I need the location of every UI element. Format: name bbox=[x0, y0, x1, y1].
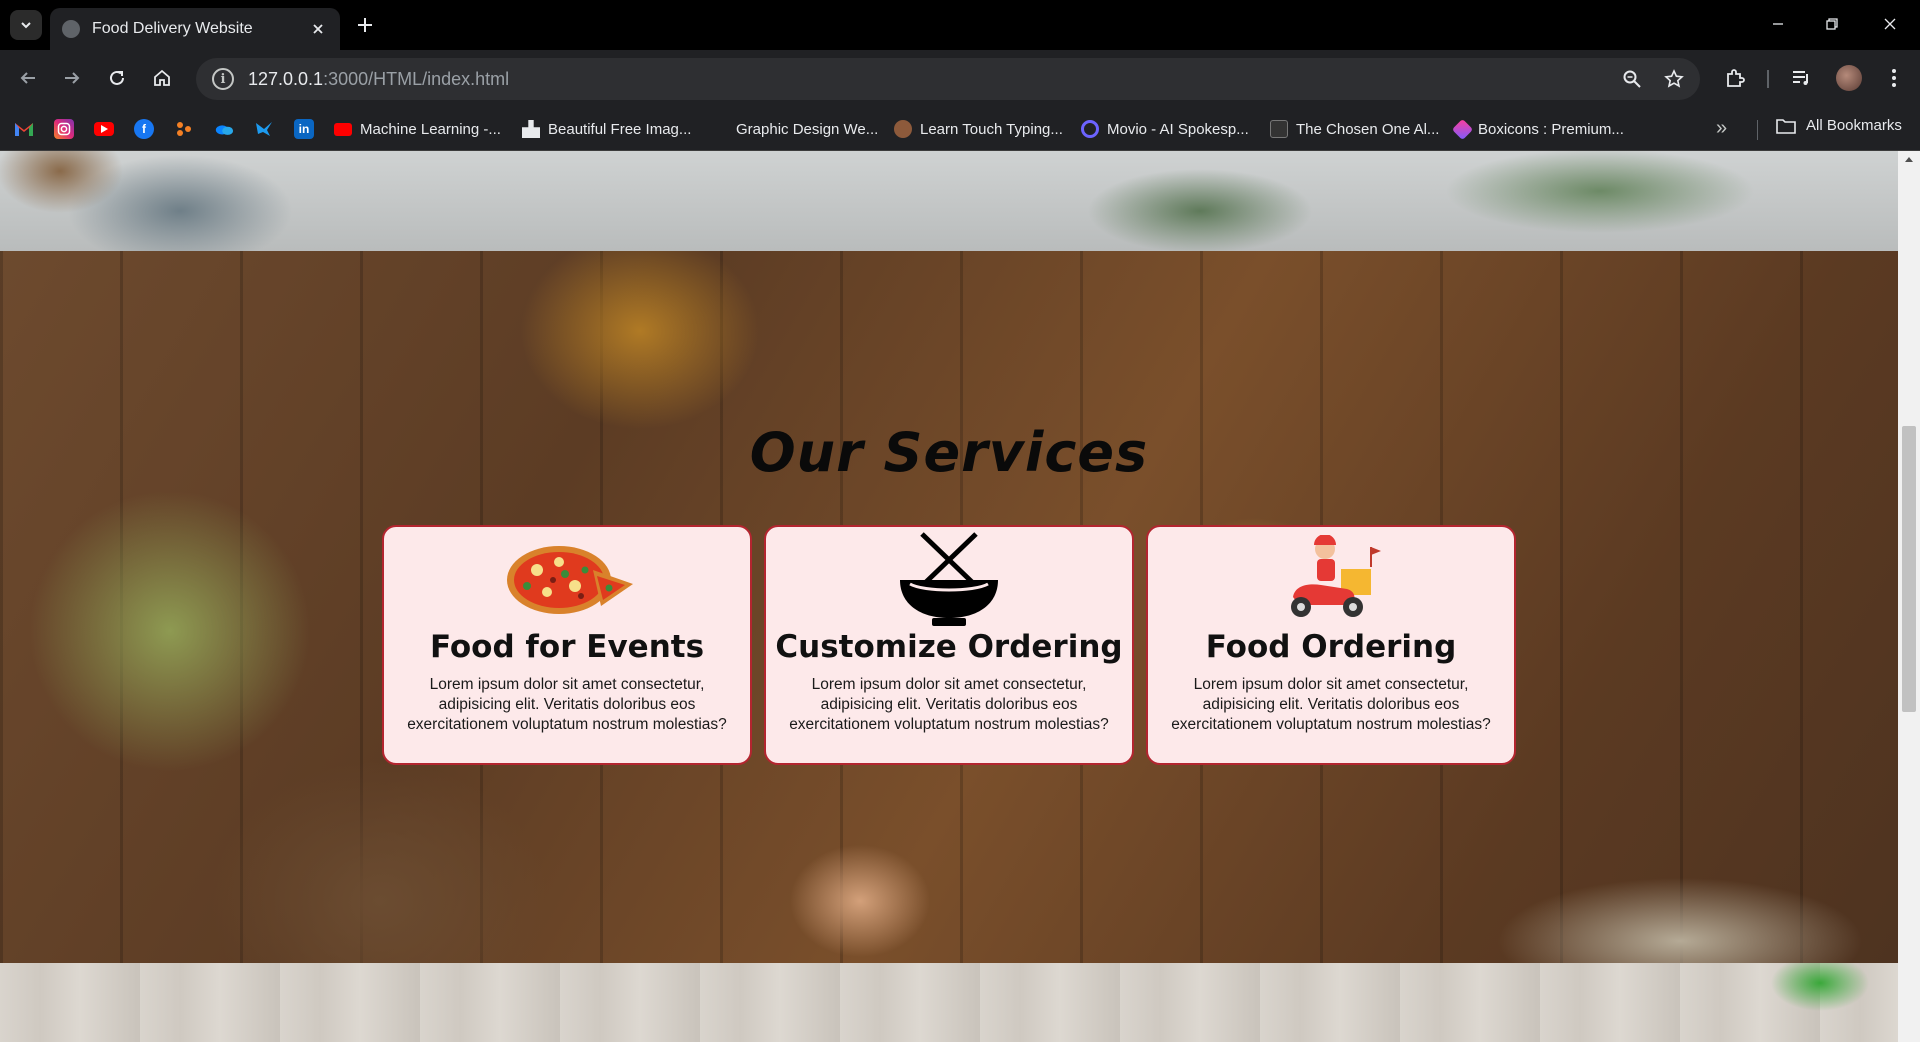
browser-toolbar: i 127.0.0.1:3000/HTML/index.html bbox=[0, 50, 1920, 107]
bookmark-label: Learn Touch Typing... bbox=[920, 120, 1063, 138]
bookmark-boxicons[interactable]: Boxicons : Premium... bbox=[1451, 117, 1624, 141]
bookmark-label: The Chosen One Al... bbox=[1296, 120, 1440, 138]
tab-search-button[interactable] bbox=[10, 10, 42, 40]
restore-button[interactable] bbox=[1812, 8, 1852, 40]
bookmark-chosen-one[interactable]: The Chosen One Al... bbox=[1270, 117, 1439, 141]
globe-icon bbox=[62, 20, 80, 38]
plus-icon bbox=[358, 18, 372, 32]
youtube-icon[interactable] bbox=[94, 122, 114, 136]
bookmark-label: Movio - AI Spokesp... bbox=[1107, 120, 1249, 138]
service-card: Food for Events Lorem ipsum dolor sit am… bbox=[382, 525, 752, 765]
facebook-icon[interactable]: f bbox=[134, 119, 154, 139]
zoom-icon[interactable] bbox=[1622, 69, 1642, 89]
scroll-thumb[interactable] bbox=[1902, 426, 1916, 712]
arrow-right-icon bbox=[65, 72, 80, 84]
bookmark-label: Machine Learning -... bbox=[360, 120, 501, 138]
minimize-button[interactable] bbox=[1758, 8, 1798, 40]
profile-button[interactable] bbox=[1834, 62, 1864, 94]
pizza-icon bbox=[384, 539, 750, 621]
services-section: Our Services Food for Events Lorem ipsum… bbox=[0, 251, 1898, 963]
movio-icon bbox=[1081, 120, 1099, 138]
youtube-icon bbox=[334, 122, 352, 136]
bookmarks-overflow-button[interactable]: » bbox=[1716, 117, 1727, 140]
home-button[interactable] bbox=[146, 62, 178, 94]
linkedin-icon[interactable]: in bbox=[294, 119, 314, 139]
forward-button[interactable] bbox=[56, 62, 88, 94]
bookmarks-divider bbox=[1757, 120, 1758, 140]
bookmark-touch-typing[interactable]: Learn Touch Typing... bbox=[894, 117, 1063, 141]
card-title: Food Ordering bbox=[1205, 629, 1457, 665]
unsplash-icon bbox=[522, 120, 540, 138]
minimize-icon bbox=[1773, 23, 1783, 25]
card-text: Lorem ipsum dolor sit amet consectetur, … bbox=[1171, 676, 1491, 733]
bookmark-unsplash[interactable]: Beautiful Free Imag... bbox=[522, 117, 691, 141]
scroll-up-button[interactable] bbox=[1898, 155, 1920, 169]
puzzle-icon bbox=[1727, 69, 1745, 87]
back-button[interactable] bbox=[12, 62, 44, 94]
card-text: Lorem ipsum dolor sit amet consectetur, … bbox=[789, 676, 1109, 733]
hero-background-bottom bbox=[0, 151, 1898, 251]
chevron-down-icon bbox=[21, 22, 31, 29]
url-text: 127.0.0.1:3000/HTML/index.html bbox=[248, 68, 510, 89]
card-title: Food for Events bbox=[429, 629, 705, 665]
home-icon bbox=[154, 69, 170, 86]
card-text: Lorem ipsum dolor sit amet consectetur, … bbox=[407, 676, 727, 733]
bookmark-label: Graphic Design We... bbox=[736, 120, 879, 138]
service-card: Food Ordering Lorem ipsum dolor sit amet… bbox=[1146, 525, 1516, 765]
kebab-menu-icon bbox=[1892, 69, 1896, 87]
page-scrollbar[interactable] bbox=[1898, 151, 1920, 1042]
triangle-up-icon bbox=[1905, 157, 1913, 162]
services-cards: Food for Events Lorem ipsum dolor sit am… bbox=[382, 525, 1518, 769]
star-icon[interactable] bbox=[1664, 69, 1684, 89]
card-title: Customize Ordering bbox=[775, 629, 1123, 665]
bookmark-label: Boxicons : Premium... bbox=[1478, 120, 1624, 138]
menu-button[interactable] bbox=[1880, 62, 1908, 94]
onedrive-icon[interactable] bbox=[214, 119, 234, 139]
next-section-background bbox=[0, 963, 1898, 1042]
boxicons-icon bbox=[1451, 118, 1474, 140]
bookmark-machine-learning[interactable]: Machine Learning -... bbox=[334, 117, 501, 141]
bird-icon[interactable] bbox=[254, 119, 274, 139]
extensions-button[interactable] bbox=[1720, 62, 1750, 94]
gmail-icon[interactable] bbox=[14, 119, 34, 139]
playlist-icon bbox=[1793, 71, 1808, 85]
site-info-icon[interactable]: i bbox=[212, 68, 234, 90]
bookmarks-bar: f in Machine Learning -... Beautiful Fre… bbox=[0, 107, 1920, 151]
bookmark-movio[interactable]: Movio - AI Spokesp... bbox=[1081, 117, 1249, 141]
page-viewport: Our Services Food for Events Lorem ipsum… bbox=[0, 151, 1898, 1042]
fiverr-icon[interactable] bbox=[174, 119, 194, 139]
reload-button[interactable] bbox=[101, 62, 133, 94]
avatar bbox=[1836, 65, 1862, 91]
close-window-button[interactable] bbox=[1870, 8, 1910, 40]
bookmark-label: Beautiful Free Imag... bbox=[548, 120, 692, 138]
close-icon bbox=[1884, 18, 1896, 30]
reload-icon bbox=[110, 70, 124, 85]
service-card: Customize Ordering Lorem ipsum dolor sit… bbox=[764, 525, 1134, 765]
toolbar-divider bbox=[1767, 70, 1769, 88]
new-tab-button[interactable] bbox=[352, 12, 378, 38]
globe-icon bbox=[710, 120, 728, 138]
instagram-icon[interactable] bbox=[54, 119, 74, 139]
restore-icon bbox=[1826, 18, 1838, 30]
tab-close-button[interactable] bbox=[308, 19, 328, 39]
all-bookmarks-button[interactable]: All Bookmarks bbox=[1776, 117, 1902, 134]
services-title: Our Services bbox=[749, 421, 1149, 484]
bookmark-graphic-design[interactable]: Graphic Design We... bbox=[710, 117, 878, 141]
close-icon bbox=[313, 24, 323, 34]
tab-strip: Food Delivery Website bbox=[0, 0, 1920, 50]
address-bar[interactable]: i 127.0.0.1:3000/HTML/index.html bbox=[196, 58, 1700, 100]
active-tab[interactable]: Food Delivery Website bbox=[50, 8, 340, 50]
all-bookmarks-label: All Bookmarks bbox=[1806, 117, 1902, 134]
tab-title: Food Delivery Website bbox=[92, 20, 253, 37]
folder-icon bbox=[1776, 118, 1796, 134]
chosen-icon bbox=[1270, 120, 1288, 138]
media-controls-button[interactable] bbox=[1786, 62, 1816, 94]
arrow-left-icon bbox=[20, 72, 35, 84]
delivery-scooter-icon bbox=[1148, 535, 1514, 621]
typing-icon bbox=[894, 120, 912, 138]
bowl-chopsticks-icon bbox=[766, 532, 1132, 626]
